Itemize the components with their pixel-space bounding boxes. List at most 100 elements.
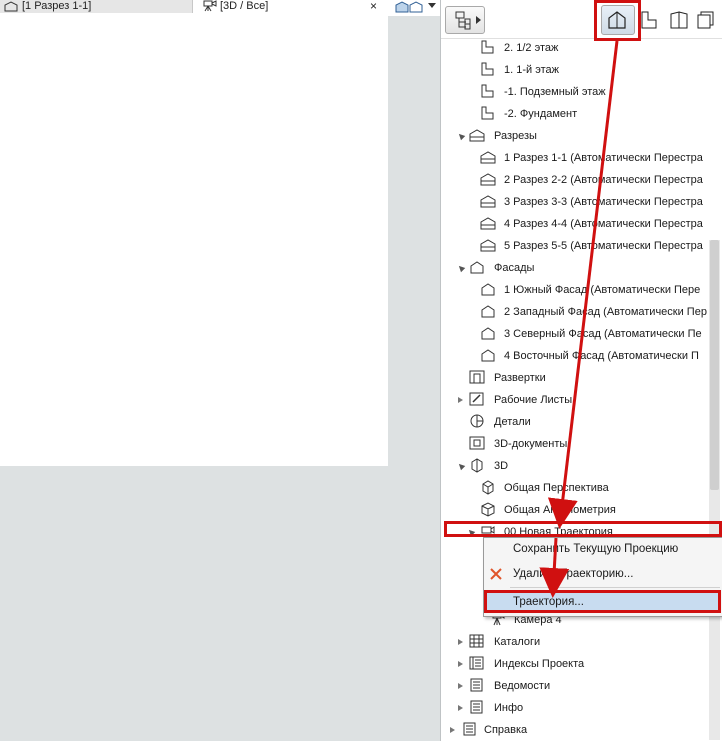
index-icon [469, 656, 484, 670]
navigator-popup-button[interactable] [445, 6, 485, 34]
tree-item-label: 4 Восточный Фасад (Автоматически П [504, 350, 699, 362]
tree-item-детали[interactable]: Детали [441, 411, 709, 433]
tree-item-общая-перспектива[interactable]: Общая Перспектива [441, 477, 709, 499]
tree-item-рабочие-листы[interactable]: Рабочие Листы [441, 389, 709, 411]
axonometry-icon [481, 502, 495, 517]
tree-item-4-восточный-фасад-автоматически-п[interactable]: 4 Восточный Фасад (Автоматически П [441, 345, 709, 367]
tree-item-label: 1. 1-й этаж [504, 64, 559, 76]
tree-item-label: 2 Западный Фасад (Автоматически Пер [504, 306, 707, 318]
interior-elevation-icon [469, 370, 485, 384]
section-viewport[interactable] [0, 14, 388, 466]
menu-item-save-view[interactable]: Сохранить Текущую Проекцию [483, 538, 721, 560]
tree-item-2-разрез-2-2-автоматически-перестра[interactable]: 2 Разрез 2-2 (Автоматически Перестра [441, 169, 709, 191]
tree-item-label: 3D-документы [494, 438, 568, 450]
tree-item-3-разрез-3-3-автоматически-перестра[interactable]: 3 Разрез 3-3 (Автоматически Перестра [441, 191, 709, 213]
delete-x-icon [490, 568, 502, 580]
elevation-icon [481, 305, 495, 318]
tree-item-label: 2. 1/2 этаж [504, 42, 559, 54]
tree-item-3-северный-фасад-автоматически-пе[interactable]: 3 Северный Фасад (Автоматически Пе [441, 323, 709, 345]
tree-item-label: 4 Разрез 4-4 (Автоматически Перестра [504, 218, 703, 230]
tree-item-label: Инфо [494, 702, 524, 714]
quick-options-bar [388, 0, 440, 16]
3d-cube-icon [471, 458, 483, 473]
tree-item-label: -1. Подземный этаж [504, 86, 606, 98]
tree-item-развертки[interactable]: Развертки [441, 367, 709, 389]
project-map-tree-icon [455, 11, 471, 30]
elevation-icon [481, 349, 495, 362]
tree-item-общая-аксонометрия[interactable]: Общая Аксонометрия [441, 499, 709, 521]
scrollbar-thumb[interactable] [710, 240, 719, 490]
tree-item-label: Справка [484, 724, 528, 736]
tree-item-label: Рабочие Листы [494, 394, 573, 406]
tree-item-справка[interactable]: Справка [441, 719, 709, 741]
tree-item-1-подземный-этаж[interactable]: -1. Подземный этаж [441, 81, 709, 103]
annotation-box-path-menu-item [484, 590, 721, 613]
section-icon [4, 1, 18, 12]
elevation-icon [470, 261, 484, 274]
collapsed-triangle-icon[interactable] [458, 661, 463, 667]
menu-item-label: Удалить Траекторию... [513, 568, 634, 580]
chevron-down-icon[interactable] [428, 3, 436, 9]
tree-item-label: Детали [494, 416, 531, 428]
tree-item-индексы-проекта[interactable]: Индексы Проекта [441, 653, 709, 675]
tree-item-label: Ведомости [494, 680, 551, 692]
expanded-triangle-icon[interactable] [456, 263, 466, 273]
list-icon [470, 678, 483, 692]
collapsed-triangle-icon[interactable] [458, 397, 463, 403]
tree-item-label: 1 Южный Фасад (Автоматически Пере [504, 284, 701, 296]
tree-item-разрезы[interactable]: Разрезы [441, 125, 709, 147]
chevron-right-icon [476, 16, 481, 24]
close-tab-icon[interactable]: × [370, 0, 377, 13]
tab-3d-all[interactable]: [3D / Все] [196, 0, 386, 13]
tree-item-фасады[interactable]: Фасады [441, 257, 709, 279]
tree-item-4-разрез-4-4-автоматически-перестра[interactable]: 4 Разрез 4-4 (Автоматически Перестра [441, 213, 709, 235]
section-icon [480, 173, 496, 186]
tree-item-каталоги[interactable]: Каталоги [441, 631, 709, 653]
info-icon [470, 700, 483, 714]
menu-item-label: Сохранить Текущую Проекцию [513, 543, 679, 555]
story-icon [481, 106, 494, 120]
collapsed-triangle-icon[interactable] [458, 683, 463, 689]
schedule-icon [469, 634, 484, 648]
publisher-sets-icon[interactable] [696, 10, 718, 30]
3d-document-icon [469, 436, 485, 450]
menu-item-delete-path[interactable]: Удалить Траекторию... [483, 563, 721, 585]
tab-section-1-1[interactable]: [1 Разрез 1-1] [0, 0, 193, 13]
tree-item-1-1-й-этаж[interactable]: 1. 1-й этаж [441, 59, 709, 81]
tab-label: [3D / Все] [220, 0, 269, 12]
expanded-triangle-icon[interactable] [456, 461, 466, 471]
tree-item-2-1-2-этаж[interactable]: 2. 1/2 этаж [441, 37, 709, 59]
tree-item-label: Разрезы [494, 130, 537, 142]
camera-icon [203, 0, 217, 12]
navigator-preset-icon[interactable] [394, 0, 428, 14]
tree-item-label: 3 Разрез 3-3 (Автоматически Перестра [504, 196, 703, 208]
tree-item-3d[interactable]: 3D [441, 455, 709, 477]
collapsed-triangle-icon[interactable] [450, 727, 455, 733]
viewport-background [0, 466, 388, 741]
tree-item-ведомости[interactable]: Ведомости [441, 675, 709, 697]
menu-separator [510, 587, 720, 588]
worksheet-icon [469, 392, 484, 406]
tree-item-3d-документы[interactable]: 3D-документы [441, 433, 709, 455]
view-map-icon[interactable] [640, 10, 658, 30]
tree-item-2-западный-фасад-автоматически-пер[interactable]: 2 Западный Фасад (Автоматически Пер [441, 301, 709, 323]
tree-item-label: 1 Разрез 1-1 (Автоматически Перестра [504, 152, 703, 164]
tree-item-1-разрез-1-1-автоматически-перестра[interactable]: 1 Разрез 1-1 (Автоматически Перестра [441, 147, 709, 169]
collapsed-triangle-icon[interactable] [458, 639, 463, 645]
section-icon [480, 239, 496, 252]
tree-item-1-южный-фасад-автоматически-пере[interactable]: 1 Южный Фасад (Автоматически Пере [441, 279, 709, 301]
annotation-box-path-item [444, 521, 722, 537]
tree-item-инфо[interactable]: Инфо [441, 697, 709, 719]
story-icon [481, 84, 494, 98]
tree-item-5-разрез-5-5-автоматически-перестра[interactable]: 5 Разрез 5-5 (Автоматически Перестра [441, 235, 709, 257]
tree-item-2-фундамент[interactable]: -2. Фундамент [441, 103, 709, 125]
layout-book-icon[interactable] [668, 10, 690, 30]
annotation-box-project-map [594, 0, 641, 41]
collapsed-triangle-icon[interactable] [458, 705, 463, 711]
tree-item-label: Развертки [494, 372, 546, 384]
story-icon [481, 62, 494, 76]
expanded-triangle-icon[interactable] [456, 131, 466, 141]
elevation-icon [481, 327, 495, 340]
tree-item-label: 3D [494, 460, 509, 472]
tree-item-label: -2. Фундамент [504, 108, 578, 120]
